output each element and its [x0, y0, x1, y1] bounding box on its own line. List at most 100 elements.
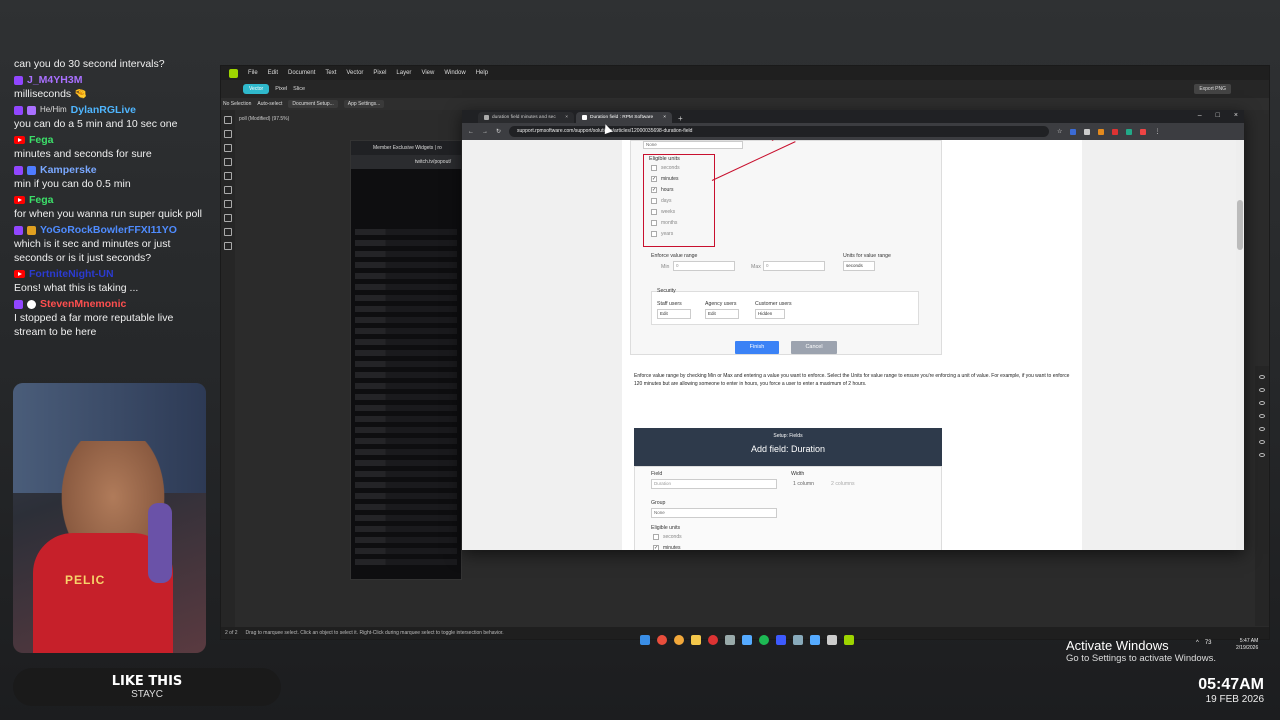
- close-tab-icon[interactable]: ×: [565, 115, 568, 120]
- menu-layer[interactable]: Layer: [396, 70, 411, 76]
- customer-users-select[interactable]: Hidden: [755, 309, 785, 319]
- weather-temp[interactable]: 73: [1205, 640, 1212, 646]
- unit-years[interactable]: years: [651, 231, 673, 237]
- document-tab[interactable]: poll (Modified) (97.5%): [239, 116, 289, 122]
- visibility-icon[interactable]: [1259, 453, 1265, 457]
- pen-tool-icon[interactable]: [224, 144, 232, 152]
- forward-icon[interactable]: →: [482, 129, 488, 135]
- page-indicator[interactable]: 2 of 2: [225, 630, 238, 636]
- finish-button[interactable]: Finish: [735, 341, 779, 354]
- chevron-up-icon[interactable]: ^: [1196, 640, 1199, 646]
- menu-vector[interactable]: Vector: [346, 70, 363, 76]
- tab-duration-search[interactable]: duration field minutes and sec ×: [478, 112, 574, 123]
- extension-icon[interactable]: [1112, 128, 1119, 135]
- new-tab-button[interactable]: +: [678, 114, 683, 123]
- shape-tool-icon[interactable]: [224, 200, 232, 208]
- visibility-icon[interactable]: [1259, 440, 1265, 444]
- unit-months[interactable]: months: [651, 220, 677, 226]
- max-input[interactable]: 0: [763, 261, 825, 271]
- tray-clock[interactable]: 5:47 AM 2/19/2026: [1236, 638, 1258, 652]
- menu-edit[interactable]: Edit: [268, 70, 278, 76]
- app-icon[interactable]: [827, 635, 837, 645]
- close-icon[interactable]: ×: [1234, 112, 1238, 119]
- url-input[interactable]: support.rpmsoftware.com/support/solution…: [509, 126, 1050, 137]
- menu-file[interactable]: File: [248, 70, 258, 76]
- twitch-tab[interactable]: Member Exclusive Widgets | ro: [351, 141, 461, 155]
- spotify-icon[interactable]: [759, 635, 769, 645]
- extension-icon[interactable]: [1070, 128, 1077, 135]
- visibility-icon[interactable]: [1259, 401, 1265, 405]
- unit-minutes-2[interactable]: ✓ minutes: [653, 545, 681, 550]
- unit-weeks[interactable]: weeks: [651, 209, 675, 215]
- fill-tool-icon[interactable]: [224, 186, 232, 194]
- extension-icon[interactable]: [1084, 128, 1091, 135]
- folder-icon[interactable]: [691, 635, 701, 645]
- visibility-icon[interactable]: [1259, 414, 1265, 418]
- agency-users-select[interactable]: Edit: [705, 309, 739, 319]
- firefox-icon[interactable]: [674, 635, 684, 645]
- unit-seconds-2[interactable]: seconds: [653, 534, 682, 540]
- affinity-icon[interactable]: [844, 635, 854, 645]
- menu-help[interactable]: Help: [476, 70, 488, 76]
- menu-pixel[interactable]: Pixel: [373, 70, 386, 76]
- scrollbar[interactable]: [1236, 140, 1244, 550]
- back-icon[interactable]: ←: [468, 129, 474, 135]
- app-icon[interactable]: [810, 635, 820, 645]
- maximize-icon[interactable]: □: [1216, 112, 1220, 119]
- tab-duration-field[interactable]: Duration field : RPM Software ×: [576, 112, 672, 123]
- cancel-button[interactable]: Cancel: [791, 341, 837, 354]
- unit-minutes[interactable]: ✓ minutes: [651, 176, 679, 182]
- chrome-icon[interactable]: [657, 635, 667, 645]
- app-icon[interactable]: [776, 635, 786, 645]
- menu-window[interactable]: Window: [444, 70, 465, 76]
- extension-icon[interactable]: [1098, 128, 1105, 135]
- reload-icon[interactable]: ↻: [496, 128, 501, 135]
- checkbox[interactable]: [653, 534, 659, 540]
- checkbox[interactable]: [651, 231, 657, 237]
- export-png-button[interactable]: Export PNG: [1194, 84, 1231, 94]
- group-select[interactable]: None: [651, 508, 777, 518]
- app-icon[interactable]: [793, 635, 803, 645]
- auto-select-checkbox[interactable]: Auto-select: [257, 101, 282, 107]
- document-setup-button[interactable]: Document Setup...: [288, 100, 338, 108]
- menu-text[interactable]: Text: [325, 70, 336, 76]
- pencil-tool-icon[interactable]: [224, 158, 232, 166]
- unit-days[interactable]: days: [651, 198, 672, 204]
- twitch-url[interactable]: twitch.tv/popout/: [351, 155, 461, 169]
- app-settings-button[interactable]: App Settings...: [343, 100, 385, 108]
- width-option-1[interactable]: 1 column: [793, 481, 814, 487]
- persona-slice[interactable]: Slice: [293, 86, 305, 92]
- visibility-icon[interactable]: [1259, 427, 1265, 431]
- checkbox[interactable]: [651, 220, 657, 226]
- min-input[interactable]: 0: [673, 261, 735, 271]
- menu-document[interactable]: Document: [288, 70, 315, 76]
- checkbox-checked[interactable]: ✓: [651, 176, 657, 182]
- bookmark-star-icon[interactable]: ☆: [1057, 128, 1062, 135]
- app-icon[interactable]: [725, 635, 735, 645]
- avatar[interactable]: [1140, 128, 1147, 135]
- dropdown[interactable]: None: [643, 141, 743, 149]
- unit-seconds[interactable]: seconds: [651, 165, 680, 171]
- unit-hours[interactable]: ✓ hours: [651, 187, 674, 193]
- persona-pixel[interactable]: Pixel: [275, 86, 287, 92]
- minimize-icon[interactable]: –: [1198, 112, 1202, 119]
- zoom-tool-icon[interactable]: [224, 242, 232, 250]
- width-option-2[interactable]: 2 columns: [831, 481, 855, 487]
- move-tool-icon[interactable]: [224, 116, 232, 124]
- extension-icon[interactable]: [1126, 128, 1133, 135]
- checkbox-checked[interactable]: ✓: [653, 545, 659, 550]
- node-tool-icon[interactable]: [224, 130, 232, 138]
- persona-vector[interactable]: Vector: [243, 84, 270, 94]
- checkbox[interactable]: [651, 198, 657, 204]
- checkbox-checked[interactable]: ✓: [651, 187, 657, 193]
- visibility-icon[interactable]: [1259, 375, 1265, 379]
- menu-kebab-icon[interactable]: ⋮: [1154, 128, 1160, 135]
- menu-view[interactable]: View: [421, 70, 434, 76]
- app-icon[interactable]: [708, 635, 718, 645]
- brush-tool-icon[interactable]: [224, 172, 232, 180]
- start-icon[interactable]: [640, 635, 650, 645]
- field-name-input[interactable]: Duration: [651, 479, 777, 489]
- app-icon[interactable]: [742, 635, 752, 645]
- units-range-select[interactable]: seconds: [843, 261, 875, 271]
- visibility-icon[interactable]: [1259, 388, 1265, 392]
